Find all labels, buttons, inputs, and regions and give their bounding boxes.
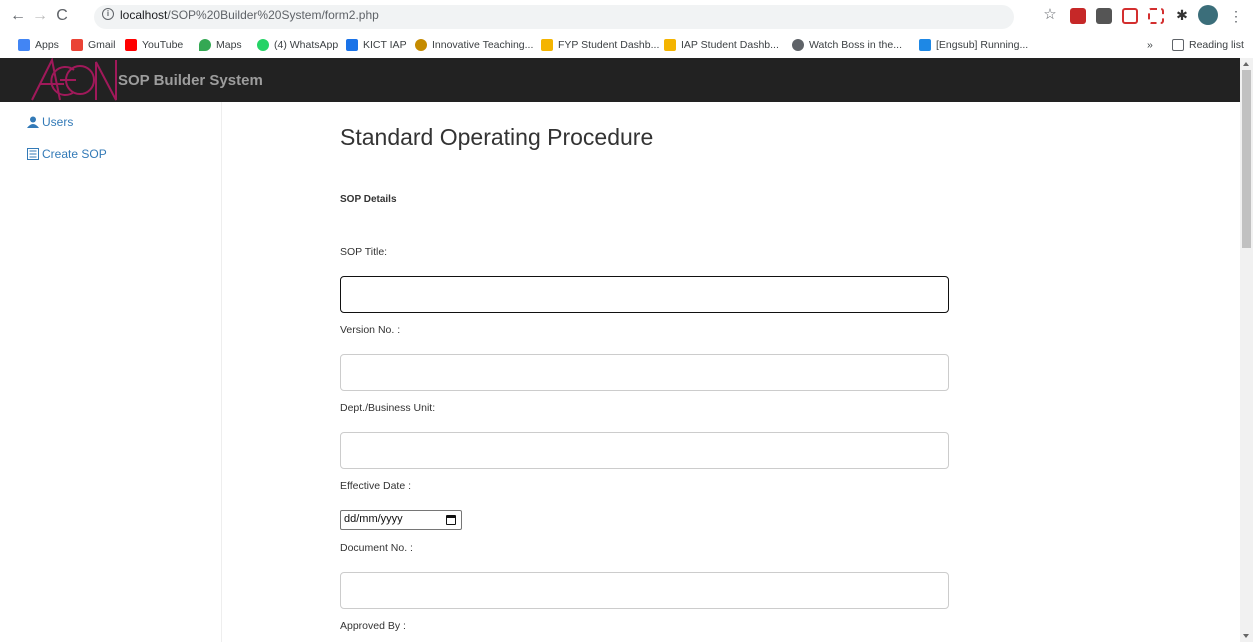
page-title: Standard Operating Procedure: [340, 124, 654, 150]
reading-list-icon: [1172, 39, 1184, 51]
brand-title[interactable]: SOP Builder System: [118, 72, 263, 89]
bookmark-iap-dashboard[interactable]: IAP Student Dashb...: [664, 39, 779, 51]
bookmark-whatsapp[interactable]: (4) WhatsApp: [257, 39, 338, 51]
dashboard-icon: [541, 39, 553, 51]
dept-label: Dept./Business Unit:: [340, 402, 436, 414]
bookmark-kict-iap[interactable]: KICT IAP: [346, 39, 407, 51]
play-icon: [792, 39, 804, 51]
sidebar: Users Create SOP: [0, 102, 222, 642]
browser-toolbar: ← → C i localhost/SOP%20Builder%20System…: [0, 0, 1253, 34]
globe-icon: [415, 39, 427, 51]
maps-icon: [199, 39, 211, 51]
screenshot-extension-icon[interactable]: [1148, 8, 1164, 24]
scrollbar-thumb[interactable]: [1242, 70, 1251, 248]
dashboard-icon: [664, 39, 676, 51]
reading-list[interactable]: Reading list: [1172, 39, 1244, 51]
puzzle-icon[interactable]: ✱: [1172, 5, 1192, 25]
bookmarks-overflow[interactable]: »: [1147, 39, 1153, 51]
info-icon[interactable]: i: [102, 8, 114, 20]
url-text[interactable]: localhost/SOP%20Builder%20System/form2.p…: [120, 8, 379, 22]
menu-icon[interactable]: ⋮: [1226, 6, 1246, 26]
bookmark-gmail[interactable]: Gmail: [71, 39, 115, 51]
aeon-logo[interactable]: [30, 58, 118, 102]
bookmark-innovative-teaching[interactable]: Innovative Teaching...: [415, 39, 533, 51]
user-icon: [27, 116, 39, 128]
bookmarks-bar: Apps Gmail YouTube Maps (4) WhatsApp KIC…: [0, 34, 1253, 58]
bookmark-watch-boss[interactable]: Watch Boss in the...: [792, 39, 902, 51]
calendar-icon[interactable]: [446, 515, 456, 525]
version-label: Version No. :: [340, 324, 401, 336]
sidebar-item-create-sop[interactable]: Create SOP: [27, 147, 107, 161]
extension-icon[interactable]: [1096, 8, 1112, 24]
list-icon: [27, 148, 39, 160]
bookmark-fyp-dashboard[interactable]: FYP Student Dashb...: [541, 39, 659, 51]
sidebar-item-users[interactable]: Users: [27, 115, 73, 129]
bookmark-engsub[interactable]: [Engsub] Running...: [919, 39, 1028, 51]
approved-by-label: Approved By :: [340, 620, 406, 632]
reload-icon[interactable]: C: [52, 6, 72, 26]
gmail-icon: [71, 39, 83, 51]
scroll-up-icon[interactable]: [1243, 62, 1249, 66]
document-no-label: Document No. :: [340, 542, 413, 554]
date-placeholder: dd/mm/yyyy: [344, 513, 403, 525]
apps-icon: [18, 39, 30, 51]
scroll-down-icon[interactable]: [1243, 634, 1249, 638]
effective-date-label: Effective Date :: [340, 480, 412, 492]
pocket-extension-icon[interactable]: [1122, 8, 1138, 24]
bookmark-apps[interactable]: Apps: [18, 39, 59, 51]
sop-title-label: SOP Title:: [340, 246, 388, 258]
document-no-input[interactable]: [340, 572, 949, 609]
kict-icon: [346, 39, 358, 51]
forward-icon[interactable]: →: [30, 6, 50, 26]
youtube-icon: [125, 39, 137, 51]
page-scrollbar[interactable]: [1240, 58, 1253, 642]
sop-title-input[interactable]: [340, 276, 949, 313]
app-navbar: SOP Builder System: [0, 58, 1240, 102]
sidebar-item-label: Users: [42, 115, 74, 129]
whatsapp-icon: [257, 39, 269, 51]
version-input[interactable]: [340, 354, 949, 391]
sidebar-item-label: Create SOP: [42, 147, 107, 161]
k-icon: [919, 39, 931, 51]
avatar[interactable]: [1198, 5, 1218, 25]
dept-input[interactable]: [340, 432, 949, 469]
bookmark-maps[interactable]: Maps: [199, 39, 242, 51]
section-heading: SOP Details: [340, 194, 397, 205]
back-icon[interactable]: ←: [8, 6, 28, 26]
pdf-extension-icon[interactable]: [1070, 8, 1086, 24]
main-content: Standard Operating Procedure SOP Details…: [222, 102, 1240, 642]
effective-date-input[interactable]: dd/mm/yyyy: [340, 510, 462, 530]
star-icon[interactable]: ☆: [1040, 5, 1060, 25]
bookmark-youtube[interactable]: YouTube: [125, 39, 183, 51]
